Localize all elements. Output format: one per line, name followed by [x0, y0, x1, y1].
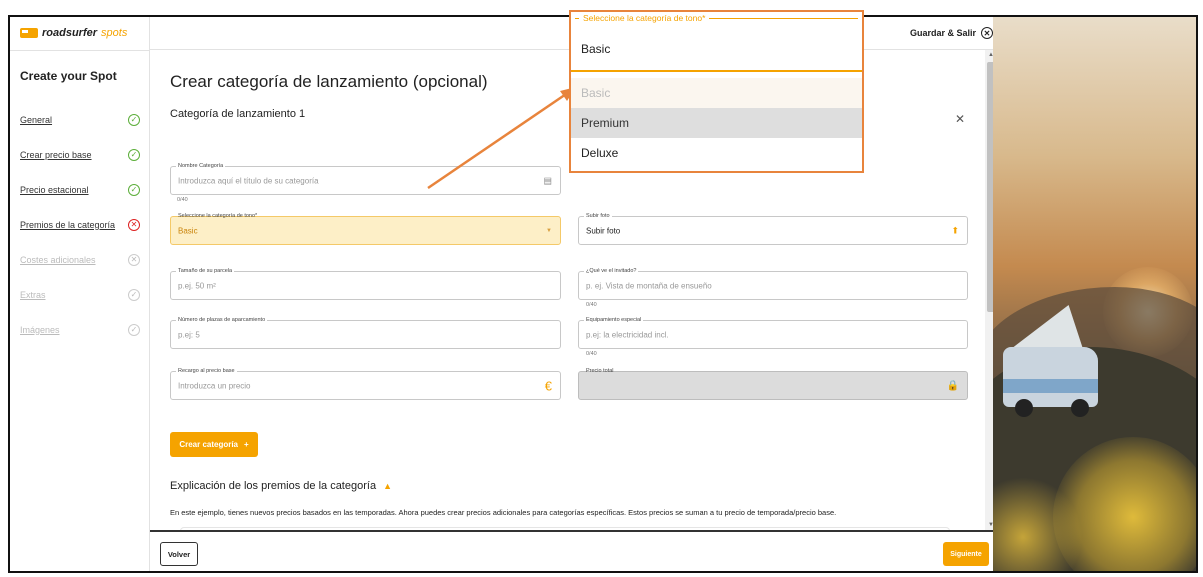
- option-premium[interactable]: Premium: [571, 108, 862, 138]
- dropdown-label: Seleccione la categoría de tono*: [571, 13, 862, 23]
- dropdown-label-text: Seleccione la categoría de tono*: [583, 13, 706, 23]
- dropdown-zoom-callout: Seleccione la categoría de tono* Basic B…: [569, 10, 864, 173]
- divider: [571, 70, 862, 72]
- dropdown-selected-value[interactable]: Basic: [581, 42, 610, 56]
- option-deluxe[interactable]: Deluxe: [571, 138, 862, 168]
- option-basic: Basic: [571, 78, 862, 108]
